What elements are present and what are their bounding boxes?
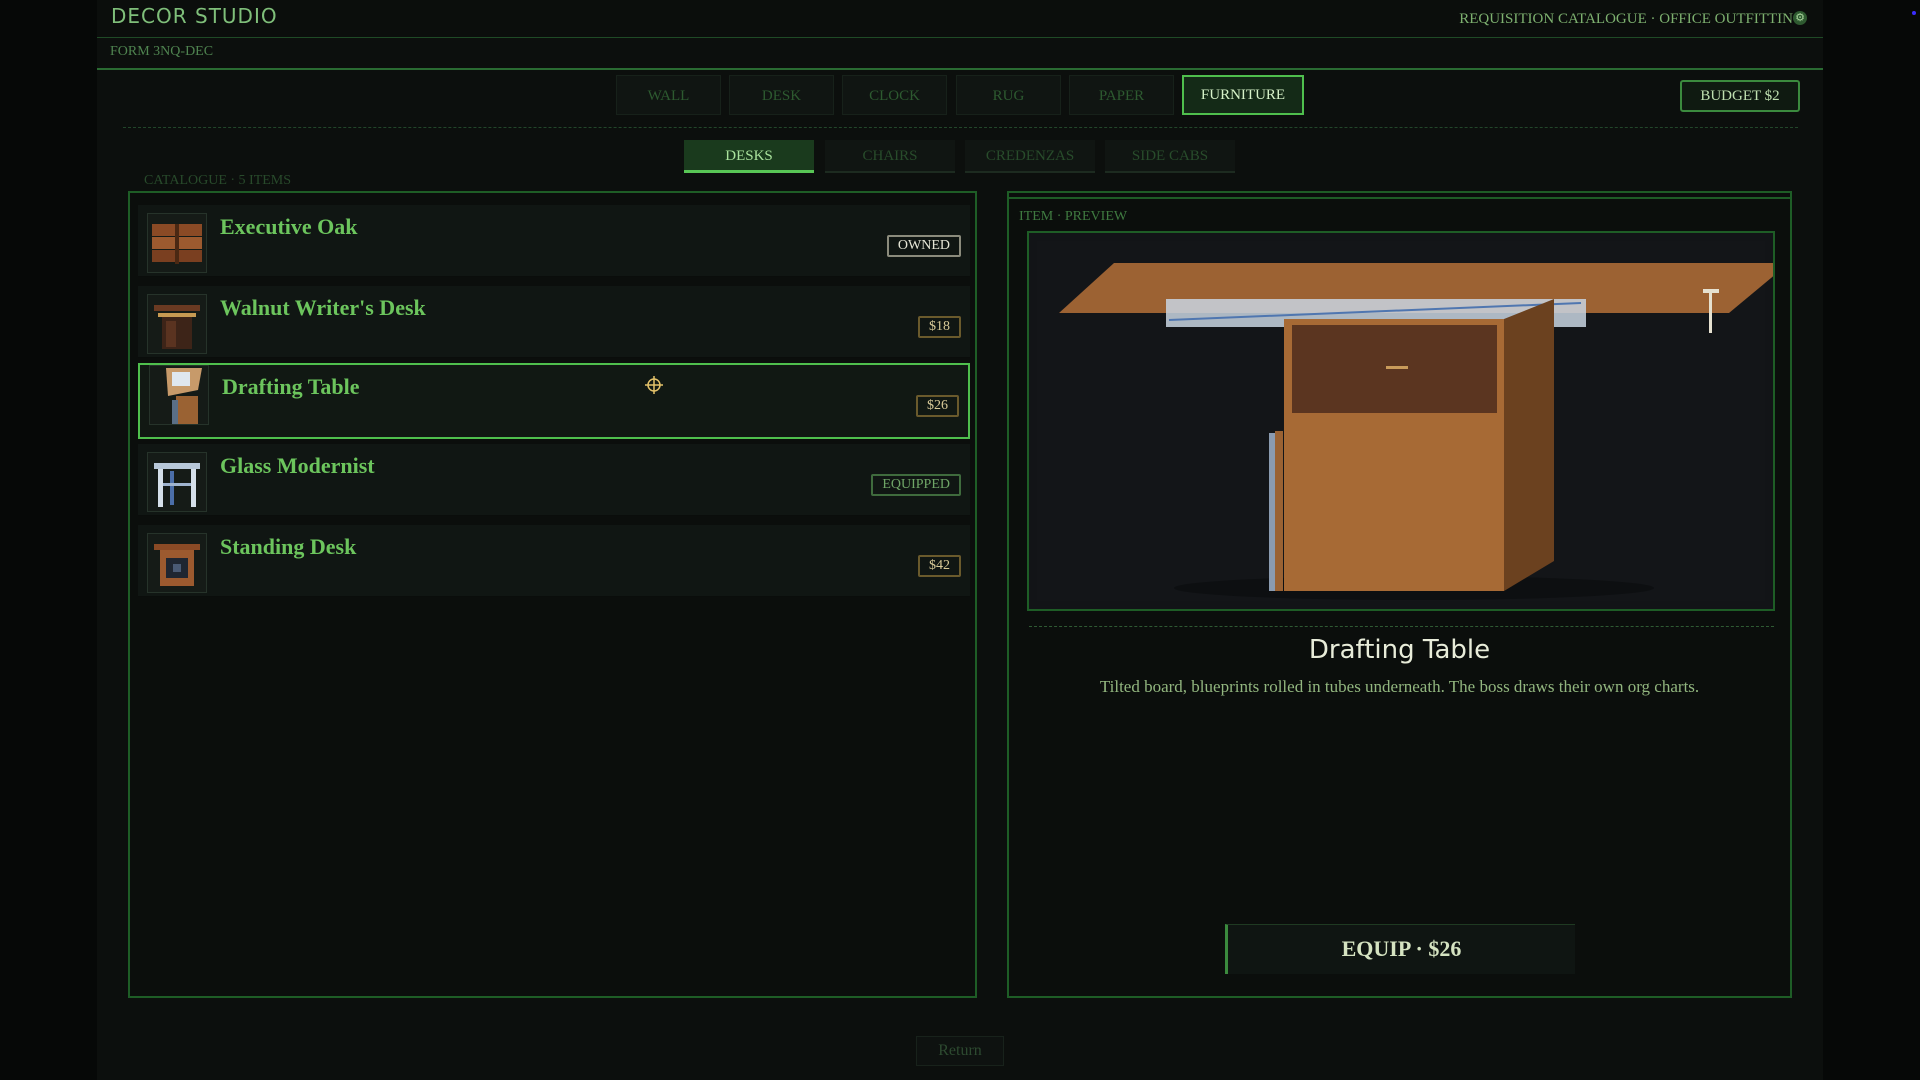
app-title: DECOR STUDIO [111, 4, 278, 28]
tab-wall[interactable]: WALL [616, 75, 721, 115]
list-item-selected[interactable]: Drafting Table $26 [138, 363, 970, 439]
list-item[interactable]: Executive Oak OWNED [138, 205, 970, 277]
indicator-dot [1912, 11, 1916, 15]
standing-desk-icon [147, 533, 207, 593]
glass-modernist-desk-icon [147, 452, 207, 512]
tab-clock[interactable]: CLOCK [842, 75, 947, 115]
tab-rug[interactable]: RUG [956, 75, 1061, 115]
executive-oak-desk-icon [147, 213, 207, 273]
header-subtitle: REQUISITION CATALOGUE · OFFICE OUTFITTIN [1459, 11, 1793, 27]
subtab-side-cabs[interactable]: SIDE CABS [1105, 140, 1235, 173]
catalogue-count: CATALOGUE · 5 ITEMS [144, 173, 292, 188]
divider [123, 127, 1798, 128]
drafting-table-icon [149, 365, 209, 425]
form-bar: FORM 3NQ-DEC [97, 38, 1823, 70]
walnut-writer-desk-icon [147, 294, 207, 354]
tab-furniture[interactable]: FURNITURE [1182, 75, 1304, 115]
form-label: FORM 3NQ-DEC [110, 44, 214, 59]
item-name: Executive Oak [220, 214, 358, 239]
settings-icon[interactable]: ⚙ [1793, 11, 1807, 25]
list-item[interactable]: Standing Desk $42 [138, 525, 970, 597]
divider [1029, 626, 1774, 627]
equip-button[interactable]: EQUIP · $26 [1225, 924, 1575, 974]
preview-title: Drafting Table [1308, 635, 1491, 665]
title-bar: DECOR STUDIO REQUISITION CATALOGUE · OFF… [97, 0, 1823, 38]
price-badge: $42 [918, 555, 961, 577]
item-name: Walnut Writer's Desk [220, 295, 426, 320]
drafting-table-preview-icon [1037, 241, 1773, 601]
item-name: Glass Modernist [220, 453, 375, 478]
item-name: Drafting Table [222, 374, 360, 399]
tab-paper[interactable]: PAPER [1069, 75, 1174, 115]
category-tabs: WALL DESK CLOCK RUG PAPER FURNITURE [0, 75, 1920, 117]
budget-badge: BUDGET $2 [1680, 80, 1800, 112]
status-badge: OWNED [886, 235, 961, 257]
price-badge: $18 [918, 316, 961, 338]
catalogue-list: Executive Oak OWNED Walnut Writer's Desk… [128, 191, 977, 998]
list-item[interactable]: Glass Modernist EQUIPPED [138, 444, 970, 516]
status-badge: EQUIPPED [871, 474, 961, 496]
price-badge: $26 [916, 395, 959, 417]
preview-description: Tilted board, blueprints rolled in tubes… [1099, 677, 1700, 696]
item-name: Standing Desk [220, 534, 357, 559]
subtab-desks[interactable]: DESKS [684, 140, 814, 173]
return-button[interactable]: Return [916, 1036, 1004, 1066]
tab-desk[interactable]: DESK [729, 75, 834, 115]
subtab-credenzas[interactable]: CREDENZAS [965, 140, 1095, 173]
preview-panel: ITEM · PREVIEW Drafting Table Tilted boa… [1007, 191, 1792, 998]
crosshair-cursor-icon [645, 376, 663, 394]
item-preview-stage [1027, 231, 1775, 611]
subtab-chairs[interactable]: CHAIRS [825, 140, 955, 173]
preview-label: ITEM · PREVIEW [1019, 209, 1128, 224]
list-item[interactable]: Walnut Writer's Desk $18 [138, 286, 970, 358]
